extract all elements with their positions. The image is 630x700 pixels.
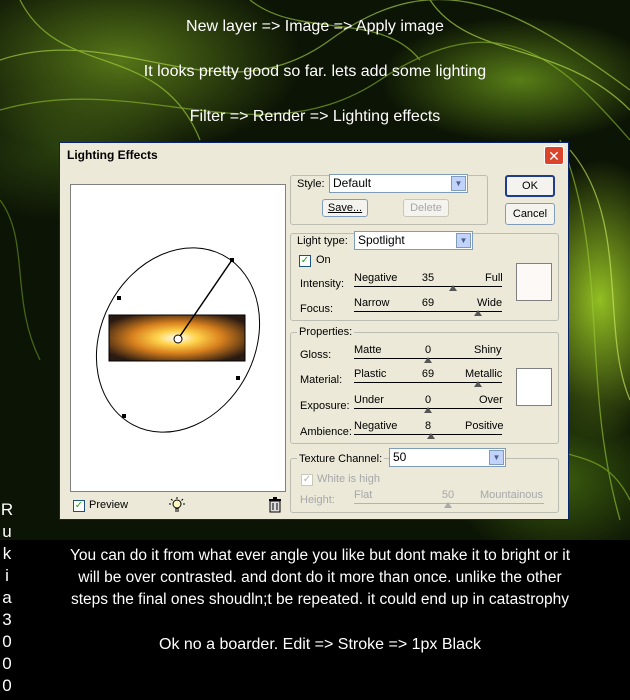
preview-checkbox[interactable]: ✓ [73, 500, 85, 512]
exposure-min-label: Under [354, 394, 384, 406]
signature-letter: R [0, 500, 14, 519]
exposure-value: 0 [424, 394, 432, 406]
chevron-down-icon: ▼ [489, 450, 504, 465]
lighting-preview[interactable] [70, 184, 286, 492]
light-handle[interactable] [117, 296, 121, 300]
lighting-effects-dialog: Lighting Effects ✕ ✓ Preview Style: Defa… [59, 142, 569, 520]
signature-letter: i [5, 566, 9, 585]
intensity-label: Intensity: [300, 278, 345, 290]
light-handle[interactable] [236, 376, 240, 380]
on-label: On [316, 254, 331, 266]
signature-letter: 0 [2, 654, 12, 673]
height-value: 50 [441, 489, 455, 501]
instructions-line: steps the final ones shoudln;t be repeat… [70, 591, 570, 608]
preview-label: Preview [89, 499, 129, 511]
material-slider-thumb[interactable] [474, 381, 482, 387]
signature-letter: a [2, 588, 12, 607]
intensity-max-label: Full [485, 272, 503, 284]
signature-letter: 0 [2, 632, 12, 651]
height-label: Height: [300, 494, 335, 506]
cancel-button[interactable]: Cancel [505, 203, 555, 225]
focus-min-label: Narrow [354, 297, 390, 309]
light-handle[interactable] [122, 414, 126, 418]
intensity-slider-thumb[interactable] [449, 285, 457, 291]
signature-letter: u [2, 522, 12, 541]
close-button[interactable]: ✕ [544, 146, 564, 165]
signature-letter: 0 [2, 676, 12, 695]
material-min-label: Plastic [354, 368, 387, 380]
signature-letter: k [2, 544, 12, 563]
chevron-down-icon: ▼ [456, 233, 471, 248]
delete-button[interactable]: Delete [403, 199, 449, 217]
instructions-line: You can do it from what ever angle you l… [69, 547, 570, 564]
gloss-max-label: Shiny [474, 344, 502, 356]
dialog-title: Lighting Effects [67, 148, 158, 162]
ambience-slider-thumb[interactable] [427, 433, 435, 439]
caption-step-1: New layer => Image => Apply image [186, 18, 444, 35]
style-select[interactable]: Default ▼ [329, 174, 468, 193]
properties-title: Properties: [297, 326, 355, 338]
light-bulb-icon[interactable] [168, 497, 186, 513]
focus-value: 69 [421, 297, 435, 309]
light-color-swatch[interactable] [516, 263, 552, 301]
exposure-max-label: Over [479, 394, 503, 406]
height-max-label: Mountainous [480, 489, 543, 501]
white-is-high-label: White is high [317, 473, 380, 485]
light-type-value: Spotlight [358, 233, 405, 247]
on-checkbox[interactable]: ✓ [299, 255, 311, 267]
white-is-high-checkbox[interactable]: ✓ [301, 474, 313, 486]
light-handle[interactable] [230, 258, 234, 262]
intensity-value: 35 [421, 272, 435, 284]
exposure-label: Exposure: [300, 400, 350, 412]
exposure-slider-thumb[interactable] [424, 407, 432, 413]
focus-slider-thumb[interactable] [474, 310, 482, 316]
ambience-min-label: Negative [354, 420, 398, 432]
gloss-value: 0 [424, 344, 432, 356]
texture-channel-select[interactable]: 50 ▼ [389, 448, 506, 467]
ambience-max-label: Positive [465, 420, 504, 432]
focus-label: Focus: [300, 303, 334, 315]
gloss-min-label: Matte [354, 344, 382, 356]
instructions-stroke: Ok no a boarder. Edit => Stroke => 1px B… [159, 636, 481, 653]
trash-icon[interactable] [268, 497, 282, 513]
texture-channel-label: Texture Channel: [297, 453, 385, 465]
ambience-value: 8 [424, 420, 432, 432]
light-type-label: Light type: [297, 235, 348, 247]
intensity-min-label: Negative [354, 272, 398, 284]
height-min-label: Flat [354, 489, 373, 501]
gloss-label: Gloss: [300, 349, 332, 361]
style-value: Default [333, 176, 372, 190]
light-center-handle[interactable] [173, 334, 183, 344]
caption-step-3: Filter => Render => Lighting effects [189, 108, 441, 125]
save-button[interactable]: Save... [322, 199, 368, 217]
preview-canvas [95, 247, 261, 433]
ok-button[interactable]: OK [505, 175, 555, 197]
focus-max-label: Wide [477, 297, 503, 309]
signature-letter: 3 [2, 610, 12, 629]
material-max-label: Metallic [465, 368, 503, 380]
intensity-slider-track[interactable] [354, 286, 502, 287]
chevron-down-icon: ▼ [451, 176, 466, 191]
light-type-select[interactable]: Spotlight ▼ [354, 231, 473, 250]
title-bar[interactable]: Lighting Effects ✕ [60, 143, 568, 167]
material-label: Material: [300, 374, 343, 386]
ambience-label: Ambience: [300, 426, 352, 438]
gloss-slider-thumb[interactable] [424, 357, 432, 363]
instructions-line: will be over contrasted. and dont do it … [78, 569, 562, 586]
caption-step-2: It looks pretty good so far. lets add so… [143, 63, 487, 80]
style-label: Style: [297, 178, 325, 190]
height-slider-thumb[interactable] [444, 502, 452, 508]
ambient-color-swatch[interactable] [516, 368, 552, 406]
material-value: 69 [421, 368, 435, 380]
texture-channel-value: 50 [393, 450, 407, 464]
